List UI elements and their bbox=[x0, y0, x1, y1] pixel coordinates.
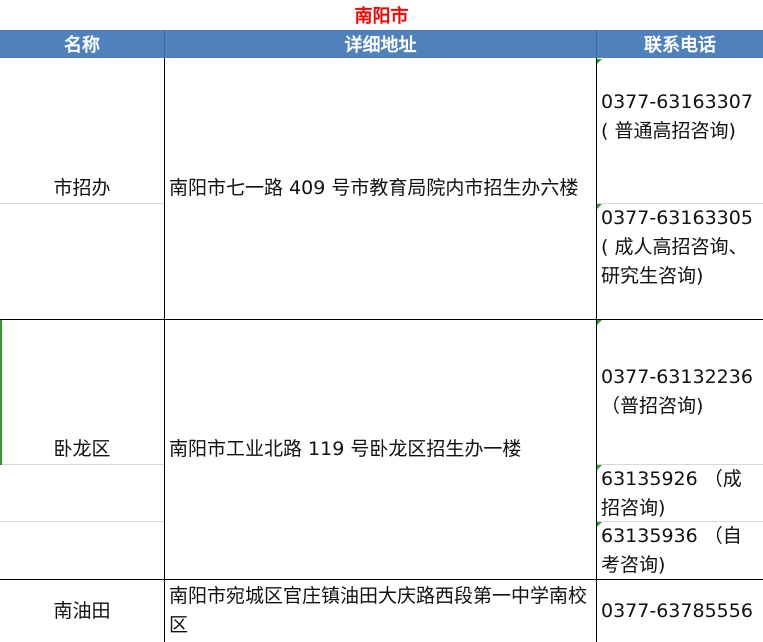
table-row-phone[interactable]: 0377-63163307( 普通高招咨询) bbox=[597, 88, 763, 198]
table-row-address[interactable]: 南阳市宛城区官庄镇油田大庆路西段第一中学南校区 bbox=[165, 580, 596, 642]
table-row-phone[interactable]: 63135936 （自考咨询) bbox=[597, 522, 763, 579]
header-name[interactable]: 名称 bbox=[0, 30, 165, 58]
table-row-phone[interactable]: 0377-63163305( 成人高招咨询、研究生咨询) bbox=[597, 204, 763, 318]
comment-marker bbox=[597, 59, 602, 64]
header-phone[interactable]: 联系电话 bbox=[597, 30, 763, 58]
table-row-address[interactable]: 南阳市工业北路 119 号卧龙区招生办一楼 bbox=[165, 320, 596, 579]
sheet-title: 南阳市 bbox=[354, 6, 409, 27]
table-row-phone[interactable]: 0377-63132236 （普招咨询) bbox=[597, 363, 763, 463]
table-row-phone[interactable]: 0377-63785556 bbox=[597, 580, 763, 642]
table-row-address[interactable]: 南阳市七一路 409 号市教育局院内市招生办六楼 bbox=[165, 58, 596, 319]
table-row-phone[interactable]: 63135926 （成招咨询) bbox=[597, 465, 763, 521]
table-row-name[interactable]: 南油田 bbox=[0, 580, 164, 642]
comment-marker bbox=[597, 320, 602, 325]
header-address[interactable]: 详细地址 bbox=[165, 30, 597, 58]
table-body: 市招办 南阳市七一路 409 号市教育局院内市招生办六楼 0377-631633… bbox=[0, 58, 763, 642]
title-cell[interactable]: 南阳市 bbox=[0, 0, 763, 31]
table-row-name[interactable]: 市招办 bbox=[0, 58, 164, 319]
spreadsheet: 南阳市 名称 详细地址 联系电话 市招办 南阳市七一路 409 号市教育局院内市… bbox=[0, 0, 763, 642]
header-row: 名称 详细地址 联系电话 bbox=[0, 30, 763, 58]
table-row-name[interactable]: 卧龙区 bbox=[0, 320, 164, 579]
